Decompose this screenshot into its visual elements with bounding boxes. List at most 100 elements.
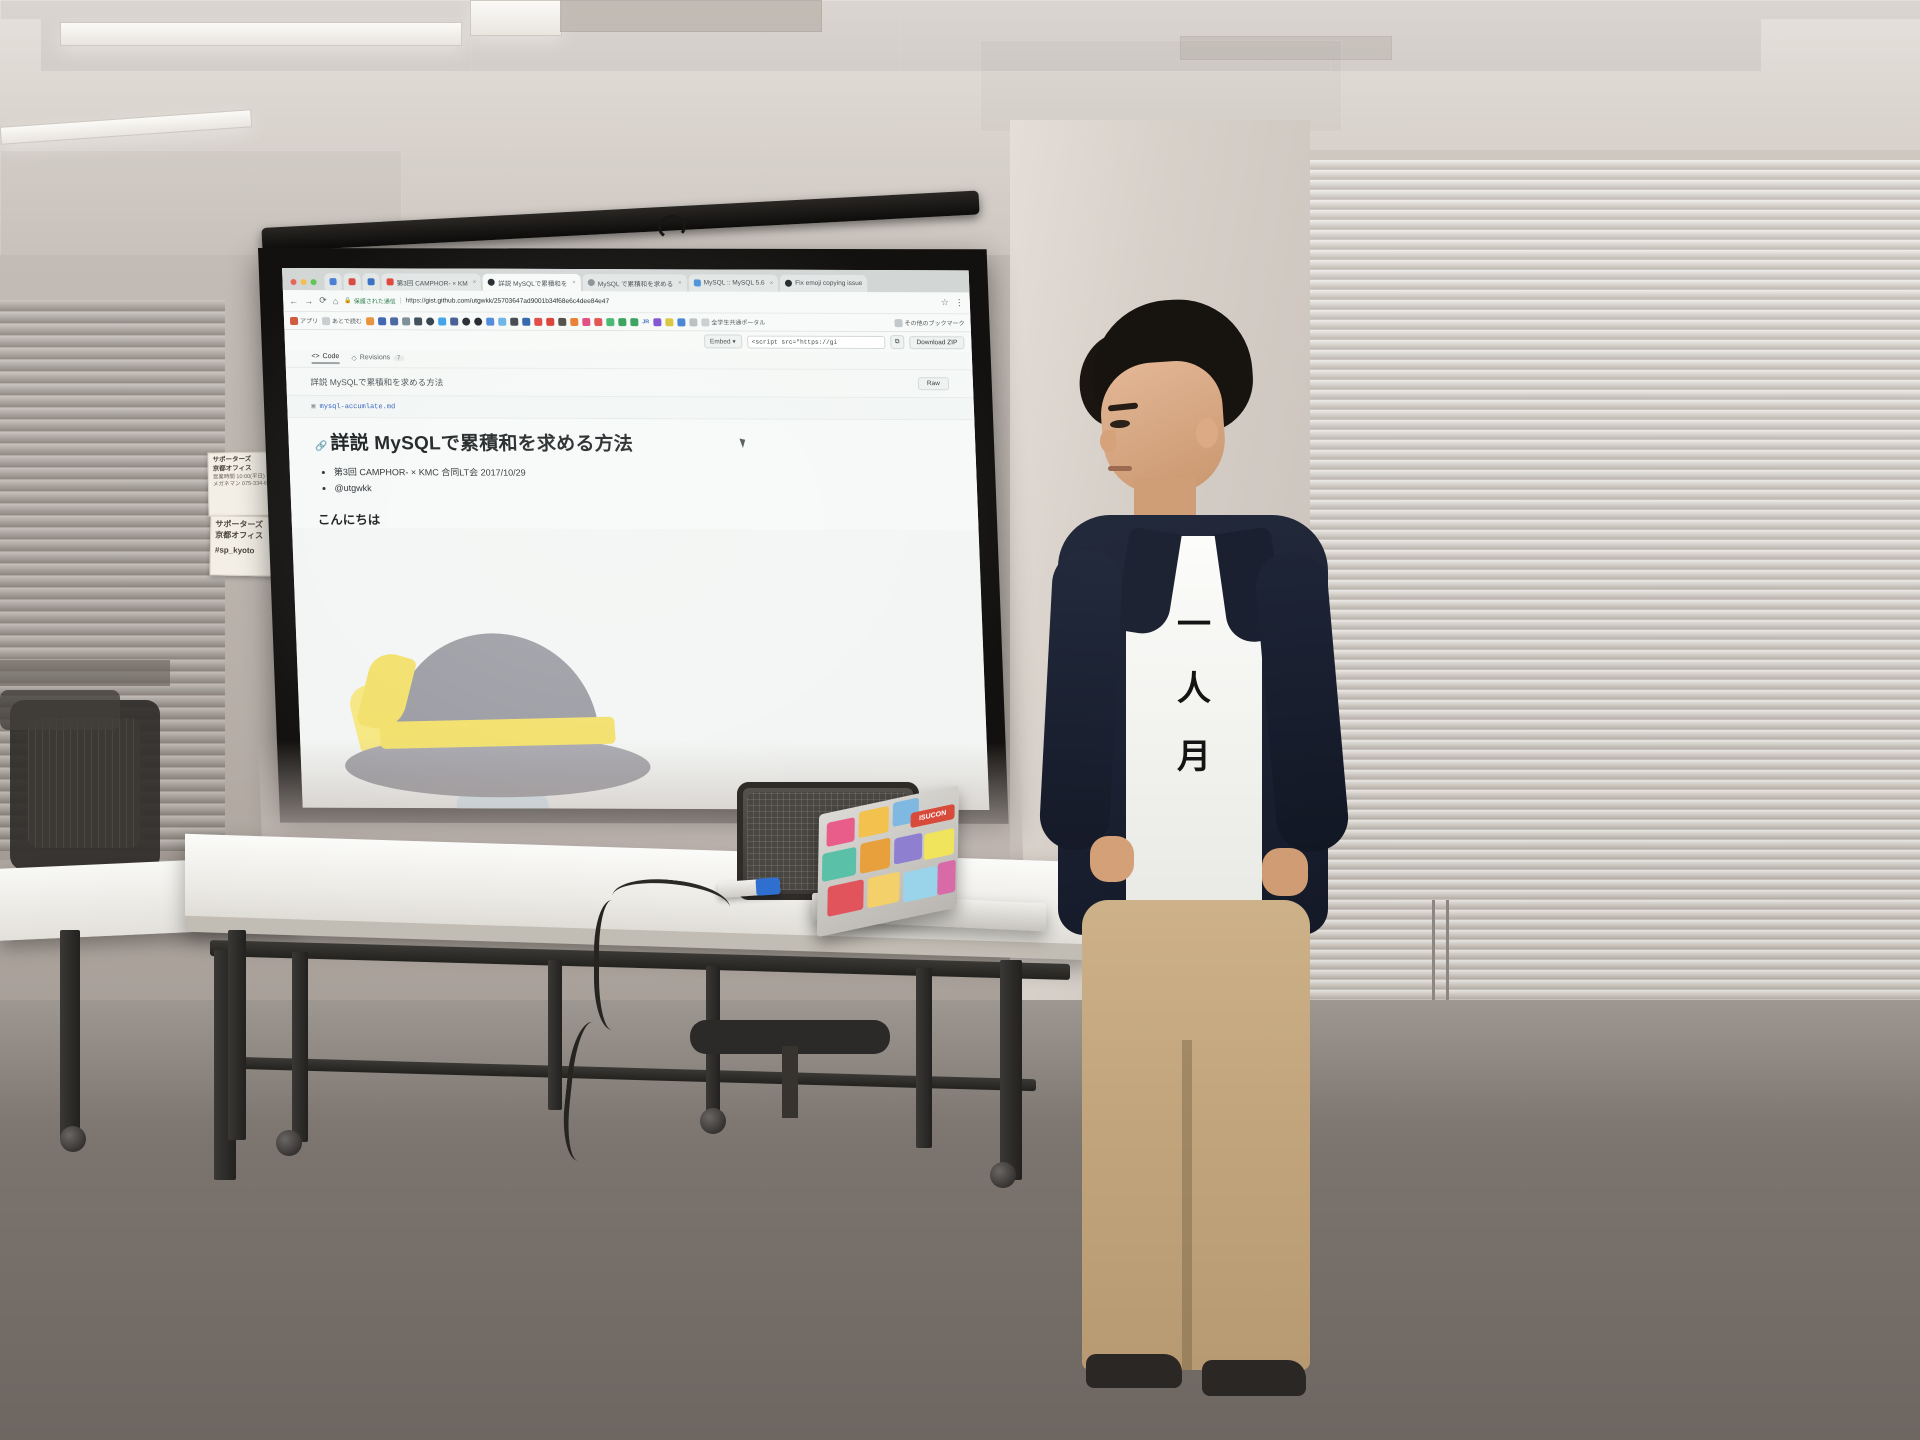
mysql-icon <box>693 279 701 287</box>
browser-tab-gist[interactable]: 詳説 MySQLで累積和を × <box>482 273 582 292</box>
kebab-menu-icon[interactable]: ⋮ <box>955 297 964 308</box>
shield-icon[interactable] <box>413 316 423 325</box>
flame-icon[interactable] <box>365 316 375 325</box>
red-square-icon[interactable] <box>545 317 555 326</box>
dollar-icon[interactable] <box>630 317 639 326</box>
close-tab-icon[interactable]: × <box>473 279 477 285</box>
paypal-icon[interactable] <box>521 317 531 326</box>
home-icon[interactable]: ⌂ <box>333 296 339 306</box>
browser-tab[interactable] <box>324 273 342 291</box>
slide-heading-text: 詳説 MySQLで累積和を求める方法 <box>330 433 634 456</box>
office-chair-post <box>782 1046 798 1118</box>
page-icon <box>321 316 331 325</box>
person-icon[interactable] <box>497 317 507 326</box>
purple-heart-icon[interactable] <box>653 317 662 326</box>
shirt-character: 月 <box>1177 737 1211 777</box>
bookmark-readlater[interactable]: あとで読む <box>321 316 362 325</box>
blind-slat <box>0 396 225 407</box>
browser-tabstrip: 第3回 CAMPHOR- × KM × 詳説 MySQLで累積和を × MySQ… <box>282 268 970 293</box>
download-zip-button[interactable]: Download ZIP <box>909 335 965 349</box>
blind-slat <box>0 516 225 527</box>
browser-tab-camphor[interactable]: 第3回 CAMPHOR- × KM × <box>381 273 482 291</box>
blind-slat <box>1310 250 1920 260</box>
laptop-sticker <box>893 832 923 865</box>
blind-slat <box>0 468 225 479</box>
twitter-icon[interactable] <box>437 317 447 326</box>
close-tab-icon[interactable]: × <box>572 280 576 286</box>
github-icon <box>785 279 793 287</box>
browser-tab[interactable] <box>343 273 361 291</box>
pink-icon[interactable] <box>581 317 591 326</box>
blind-slat <box>1310 210 1920 220</box>
minimize-window-icon[interactable] <box>300 279 307 286</box>
blind-slat <box>0 504 225 515</box>
jr-icon[interactable]: JR <box>642 319 649 325</box>
close-window-icon[interactable] <box>290 279 297 286</box>
arrow-right-icon[interactable]: → <box>304 296 313 306</box>
photo-scene: /*slats injected*/ サポーターズ 京都オフィス 営業時間 10… <box>0 0 1920 1440</box>
github-icon[interactable] <box>473 317 483 326</box>
clipboard-icon[interactable]: ⧉ <box>889 335 905 350</box>
reload-icon[interactable]: ⟳ <box>319 295 327 306</box>
tree-icon[interactable] <box>617 317 627 326</box>
green-diamond-icon[interactable] <box>605 317 615 326</box>
window-buttons[interactable] <box>290 279 317 286</box>
link-anchor-icon[interactable]: 🔗 <box>315 441 328 452</box>
browser-tab-title: 第3回 CAMPHOR- × KM <box>396 279 468 288</box>
hdmi-connector[interactable] <box>755 877 781 896</box>
raw-button[interactable]: Raw <box>917 377 950 391</box>
browser-tab-emoji-fix[interactable]: Fix emoji copying issue <box>779 274 868 293</box>
bookmark-portal[interactable]: 全学生共通ポータル <box>701 317 765 327</box>
qr-icon[interactable] <box>377 316 387 325</box>
box-icon[interactable] <box>509 317 519 326</box>
close-tab-icon[interactable]: × <box>678 280 682 286</box>
arrow-left-icon[interactable]: ← <box>289 296 298 306</box>
lemon-icon[interactable] <box>665 317 674 326</box>
gist-filename[interactable]: mysql-accumlate.md <box>319 403 395 411</box>
blind-slat <box>1310 270 1920 280</box>
clock-icon[interactable] <box>461 317 471 326</box>
book-icon[interactable] <box>449 317 459 326</box>
blind-slat <box>0 444 225 455</box>
embed-select[interactable]: Embed ▾ <box>703 334 742 349</box>
table-leg <box>1000 960 1022 1180</box>
khaki-pants <box>1082 900 1310 1370</box>
orange-icon[interactable] <box>569 317 579 326</box>
list-item: 第3回 CAMPHOR- × KMC 合同LT会 2017/10/29 <box>334 465 951 483</box>
maximize-window-icon[interactable] <box>310 279 317 286</box>
up-icon[interactable] <box>401 316 411 325</box>
blue-diamond-icon[interactable] <box>677 317 686 326</box>
blind-slat <box>1310 290 1920 300</box>
doc-icon[interactable] <box>689 317 698 326</box>
bookmarks-bar: アプリ あとで読む JR 全学生共通ポータル その他のブックマーク <box>283 311 971 333</box>
blind-slat <box>0 528 225 539</box>
embed-code-field[interactable]: <script src="https://gi <box>746 335 886 349</box>
info-icon[interactable] <box>425 316 435 325</box>
blind-slat <box>1310 200 1920 210</box>
bookmark-other-folder[interactable]: その他のブックマーク <box>894 318 965 327</box>
pants-seam <box>1182 1040 1192 1370</box>
tab-code[interactable]: <> Code <box>311 353 340 365</box>
blind-slat <box>0 372 225 383</box>
basket-icon[interactable] <box>557 317 567 326</box>
list-icon[interactable] <box>593 317 603 326</box>
blind-slat <box>0 432 225 443</box>
blind-slat <box>0 600 225 611</box>
tab-revisions[interactable]: ◇ Revisions 7 <box>351 353 405 364</box>
drive-icon[interactable] <box>485 317 495 326</box>
blind-slat <box>0 612 225 623</box>
browser-tab-mysql-docs[interactable]: MySQL :: MySQL 5.6 × <box>688 274 779 292</box>
heart-icon[interactable] <box>533 317 543 326</box>
browser-tab[interactable] <box>362 273 380 291</box>
bookmark-apps[interactable]: アプリ <box>289 316 318 325</box>
gist-tabs: <> Code ◇ Revisions 7 <box>285 349 973 371</box>
tab-revisions-label: Revisions <box>359 354 391 362</box>
star-icon[interactable]: ☆ <box>941 297 950 308</box>
close-tab-icon[interactable]: × <box>770 280 774 286</box>
address-bar[interactable]: 🔒 保護された通信 | https://gist.github.com/utgwk… <box>344 296 935 307</box>
browser-tab-mysql-article[interactable]: MySQL で累積和を求める × <box>582 274 687 292</box>
calendar-icon[interactable] <box>389 316 399 325</box>
ceiling-light <box>60 22 462 46</box>
blind-slat <box>0 300 225 311</box>
url-host-path: gist.github.com/utgwkk/25703647ad9001b34… <box>425 297 610 306</box>
